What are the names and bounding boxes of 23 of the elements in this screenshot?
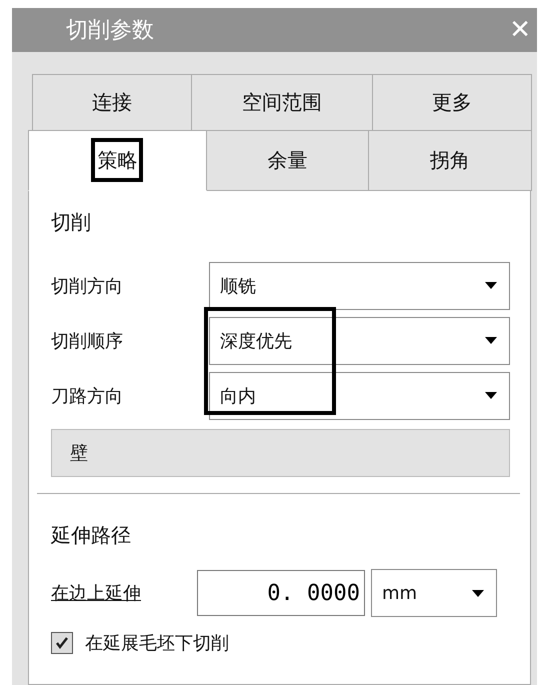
field-label: 刀路方向 — [51, 384, 124, 408]
unit-dropdown[interactable]: mm — [371, 569, 497, 617]
field-label: 在边上延伸 — [51, 582, 142, 605]
tab[interactable]: 连接 — [32, 74, 192, 131]
dropdown[interactable]: 顺铣 — [209, 262, 510, 310]
caret-icon — [485, 392, 497, 399]
number-field[interactable]: 0. 0000 — [197, 570, 365, 616]
caret-icon — [485, 282, 497, 289]
field-label: 切削方向 — [51, 274, 124, 298]
dropdown[interactable]: 向内 — [209, 372, 510, 420]
group-header[interactable]: 壁 — [51, 429, 510, 477]
tab[interactable]: 策略 — [28, 130, 207, 191]
window-title: 切削参数 — [66, 17, 154, 45]
dropdown[interactable]: 深度优先 — [209, 316, 510, 364]
caret-icon — [472, 590, 484, 596]
checkmark-icon — [55, 636, 69, 650]
checkbox[interactable] — [51, 632, 73, 654]
tab[interactable]: 更多 — [372, 74, 532, 131]
section-heading: 切削 — [51, 209, 92, 236]
caret-icon — [485, 337, 497, 344]
field-label: 切削顺序 — [51, 330, 124, 352]
checkbox-label: 在延展毛坯下切削 — [85, 632, 229, 655]
section-heading: 延伸路径 — [51, 522, 132, 549]
